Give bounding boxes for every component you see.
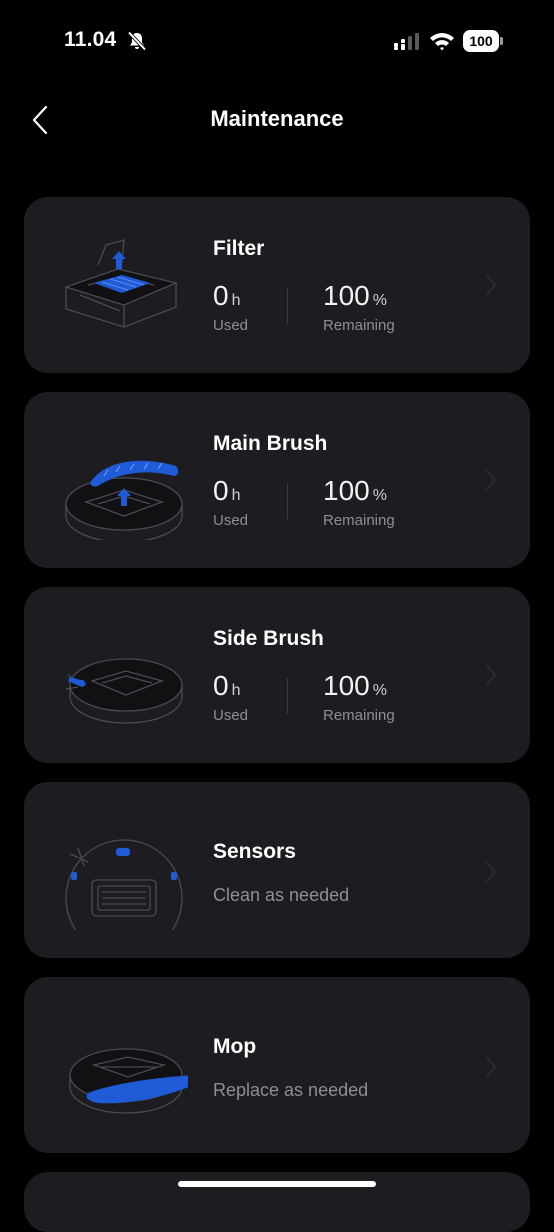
remaining-unit: % <box>372 682 387 699</box>
stat-divider <box>287 483 288 519</box>
bell-slash-icon <box>127 31 147 51</box>
used-label: Used <box>213 317 249 334</box>
used-unit: h <box>231 682 241 699</box>
remaining-unit: % <box>372 292 387 309</box>
filter-card[interactable]: Filter 0h Used 100% Remaining <box>24 197 530 373</box>
battery-indicator: 100 <box>463 30 499 52</box>
card-title: Filter <box>213 237 265 260</box>
chevron-right-icon <box>486 862 496 882</box>
filter-illustration <box>63 239 179 328</box>
side-brush-illustration <box>65 658 183 724</box>
sensors-card[interactable]: Sensors Clean as needed <box>24 782 530 958</box>
card-title: Sensors <box>213 840 296 863</box>
chevron-right-icon <box>486 665 496 685</box>
card-title: Main Brush <box>213 432 328 455</box>
remaining-value: 100 <box>323 475 370 506</box>
wifi-icon <box>430 33 454 51</box>
main-brush-illustration <box>65 460 183 540</box>
remaining-label: Remaining <box>323 707 395 724</box>
used-unit: h <box>231 292 241 309</box>
nav-bar: Maintenance <box>0 90 554 150</box>
remaining-stat: 100% Remaining <box>323 280 395 335</box>
main-brush-card[interactable]: Main Brush 0h Used 100% Remaining <box>24 392 530 568</box>
mop-card[interactable]: Mop Replace as needed <box>24 977 530 1153</box>
chevron-right-icon <box>486 470 496 490</box>
remaining-stat: 100% Remaining <box>323 475 395 530</box>
card-subtitle: Clean as needed <box>213 885 350 905</box>
page-title: Maintenance <box>210 106 344 131</box>
remaining-value: 100 <box>323 670 370 701</box>
home-indicator[interactable] <box>178 1181 376 1187</box>
signal-icon <box>394 33 419 50</box>
used-label: Used <box>213 512 249 529</box>
remaining-stat: 100% Remaining <box>323 670 395 725</box>
card-title: Side Brush <box>213 627 324 650</box>
side-brush-card[interactable]: Side Brush 0h Used 100% Remaining <box>24 587 530 763</box>
status-time: 11.04 <box>64 28 117 51</box>
status-bar: 11.04 100 <box>0 0 554 84</box>
remaining-label: Remaining <box>323 317 395 334</box>
battery-nub <box>500 37 503 45</box>
stat-divider <box>287 678 288 714</box>
sensors-illustration <box>65 839 183 930</box>
used-stat: 0h Used <box>213 670 249 725</box>
chevron-right-icon <box>486 1057 496 1077</box>
remaining-label: Remaining <box>323 512 395 529</box>
used-value: 0 <box>213 475 229 506</box>
mop-illustration <box>69 1048 188 1114</box>
used-value: 0 <box>213 280 229 311</box>
used-unit: h <box>231 487 241 504</box>
used-value: 0 <box>213 670 229 701</box>
stat-divider <box>287 288 288 324</box>
card-title: Mop <box>213 1035 257 1058</box>
used-stat: 0h Used <box>213 475 249 530</box>
used-stat: 0h Used <box>213 280 249 335</box>
card-subtitle: Replace as needed <box>213 1080 369 1100</box>
remaining-value: 100 <box>323 280 370 311</box>
remaining-unit: % <box>372 487 387 504</box>
chevron-right-icon <box>486 275 496 295</box>
used-label: Used <box>213 707 249 724</box>
